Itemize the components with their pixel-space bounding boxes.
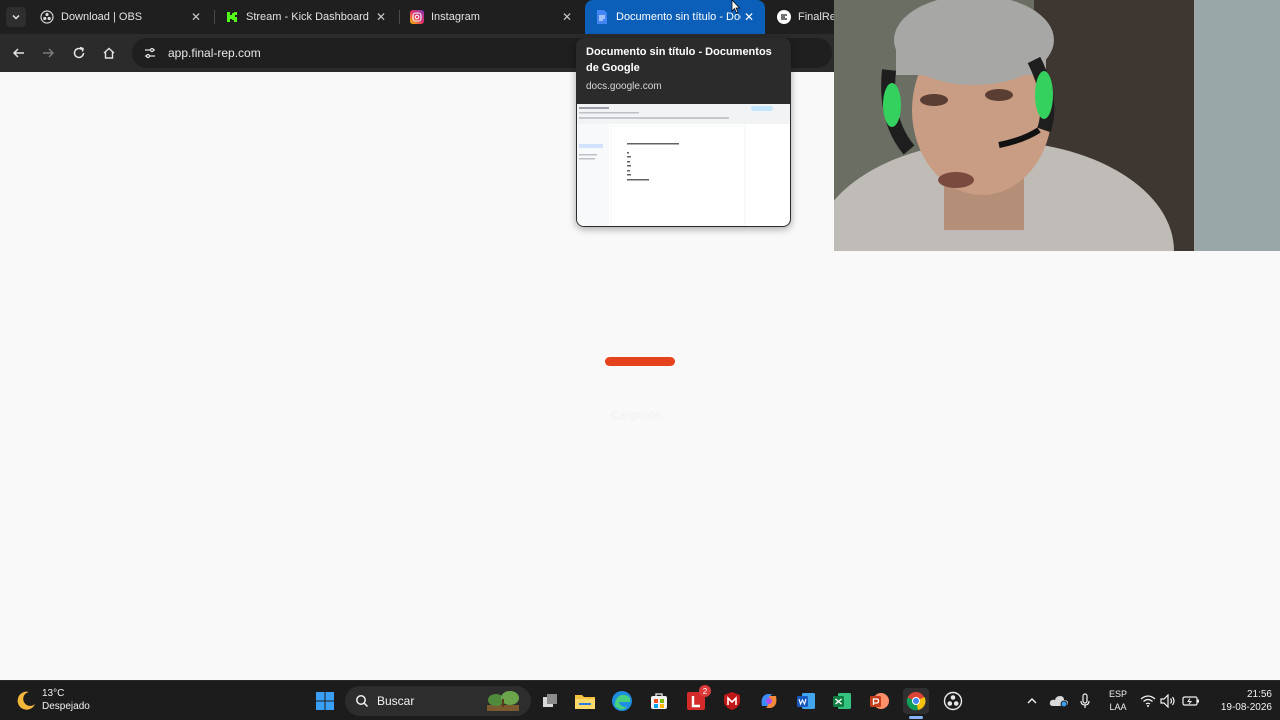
- chevron-up-icon: [1027, 698, 1037, 704]
- chevron-down-icon: [12, 14, 20, 20]
- tab-instagram[interactable]: Instagram ✕: [400, 0, 583, 34]
- weather-description: Despejado: [42, 701, 90, 712]
- hover-card-thumbnail: [577, 104, 790, 226]
- windows-taskbar: 13°C Despejado Buscar 2 ESP LAA 21:56 19…: [0, 680, 1280, 720]
- hover-card-domain: docs.google.com: [586, 81, 662, 92]
- weather-moon-icon[interactable]: [14, 689, 38, 713]
- close-icon[interactable]: ✕: [559, 9, 575, 25]
- tab-label: Instagram: [431, 11, 480, 23]
- powerpoint-icon[interactable]: [866, 688, 892, 714]
- windows-start-icon[interactable]: [312, 688, 338, 714]
- clock-time: 21:56: [1246, 689, 1272, 700]
- reload-button[interactable]: [69, 43, 89, 63]
- docs-icon: [595, 10, 609, 24]
- mouse-cursor-icon: [731, 0, 741, 14]
- keyboard-layout: LAA: [1109, 702, 1127, 712]
- tab-label: Download | OBS: [61, 11, 143, 23]
- kick-icon: [225, 10, 239, 24]
- microphone-icon[interactable]: [1077, 681, 1093, 720]
- notification-badge: 2: [699, 685, 711, 697]
- tab-label: Stream - Kick Dashboard: [246, 11, 369, 23]
- taskbar-search[interactable]: Buscar: [345, 686, 531, 716]
- battery-icon[interactable]: [1181, 681, 1201, 720]
- hover-card-title: Documento sin título - Documentos de Goo…: [586, 46, 772, 74]
- arrow-left-icon: [12, 48, 24, 58]
- arrow-right-icon: [43, 48, 55, 58]
- tab-kick[interactable]: Stream - Kick Dashboard ✕: [215, 0, 397, 34]
- show-hidden-icons-button[interactable]: [1024, 681, 1040, 720]
- copilot-icon[interactable]: [756, 688, 782, 714]
- tab-strip: Download | OBS ✕ Stream - Kick Dashboard…: [0, 0, 834, 34]
- weather-temperature: 13°C: [42, 688, 65, 699]
- site-info-icon[interactable]: [142, 45, 158, 61]
- forward-button[interactable]: [38, 43, 58, 63]
- close-icon[interactable]: ✕: [741, 9, 757, 25]
- system-clock[interactable]: 21:56 19-08-2026: [1206, 688, 1272, 714]
- input-language-button[interactable]: ESP LAA: [1104, 688, 1132, 714]
- task-view-icon[interactable]: [537, 688, 563, 714]
- webcam-overlay: [834, 0, 1280, 251]
- home-icon: [103, 47, 115, 59]
- back-button[interactable]: [9, 43, 29, 63]
- active-app-indicator: [909, 716, 923, 719]
- loading-text: Cargando...: [611, 410, 669, 422]
- tab-hover-card: Documento sin título - Documentos de Goo…: [576, 38, 791, 227]
- clock-date: 19-08-2026: [1220, 702, 1272, 713]
- tab-label: Documento sin título - Docu: [616, 11, 741, 23]
- chrome-icon[interactable]: [903, 688, 929, 714]
- edge-icon[interactable]: [609, 688, 635, 714]
- tab-obs[interactable]: Download | OBS ✕: [30, 0, 212, 34]
- volume-icon[interactable]: [1160, 681, 1176, 720]
- url-text: app.final-rep.com: [168, 46, 261, 60]
- tab-finalrep[interactable]: FinalRep: [767, 0, 834, 34]
- loading-bar: [605, 357, 675, 366]
- obs-icon[interactable]: [940, 688, 966, 714]
- close-icon[interactable]: ✕: [373, 9, 389, 25]
- mcafee-icon[interactable]: [719, 688, 745, 714]
- obs-icon: [40, 10, 54, 24]
- language-code: ESP: [1108, 689, 1127, 699]
- excel-icon[interactable]: [829, 688, 855, 714]
- home-button[interactable]: [99, 43, 119, 63]
- file-explorer-icon[interactable]: [572, 688, 598, 714]
- tab-label: FinalRep: [798, 11, 834, 23]
- search-highlight-icon: [487, 691, 519, 711]
- tab-search-button[interactable]: [6, 7, 26, 27]
- search-icon: [356, 695, 369, 708]
- reload-icon: [73, 46, 85, 59]
- store-icon[interactable]: [646, 688, 672, 714]
- instagram-icon: [410, 10, 424, 24]
- search-label: Buscar: [377, 694, 415, 708]
- onedrive-icon[interactable]: [1048, 681, 1070, 720]
- finalrep-icon: [777, 10, 791, 24]
- close-icon[interactable]: ✕: [188, 9, 204, 25]
- word-icon[interactable]: [793, 688, 819, 714]
- wifi-icon[interactable]: [1140, 681, 1156, 720]
